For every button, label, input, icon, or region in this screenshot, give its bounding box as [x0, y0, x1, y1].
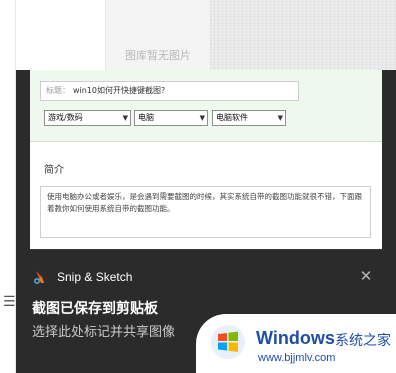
- title-value: win10如何开快捷键截图?: [73, 86, 166, 95]
- chevron-down-icon: ▼: [122, 114, 128, 122]
- watermark-word: Windows: [256, 328, 335, 348]
- category-select-1: 游戏/数码 ▼: [44, 110, 131, 126]
- toast-title: 截图已保存到剪贴板: [32, 301, 158, 317]
- category-select-1-value: 游戏/数码: [48, 113, 83, 122]
- list-icon[interactable]: ☰: [3, 294, 16, 310]
- category-select-3-value: 电脑软件: [216, 113, 248, 122]
- chevron-down-icon: ▼: [199, 114, 205, 122]
- toast-subtitle: 选择此处标记并共享图像: [32, 325, 176, 340]
- page-strip: [16, 0, 106, 70]
- category-select-2: 电脑 ▼: [134, 110, 208, 126]
- snip-sketch-logo-icon: [34, 271, 44, 284]
- windows-logo-icon: [211, 325, 245, 359]
- form-header: 标题： win10如何开快捷键截图? 游戏/数码 ▼ 电脑 ▼ 电脑软件 ▼: [30, 70, 382, 142]
- category-select-3: 电脑软件 ▼: [212, 110, 286, 126]
- category-select-2-value: 电脑: [138, 113, 154, 122]
- site-watermark: Windows 系统之家 www.bjjmlv.com: [196, 314, 396, 373]
- toast-app-name: Snip & Sketch: [57, 270, 133, 284]
- title-field: 标题： win10如何开快捷键截图?: [40, 81, 299, 101]
- intro-label: 简介: [44, 165, 64, 176]
- toast-app-header: Snip & Sketch: [33, 269, 132, 285]
- intro-textbox: 使用电脑办公或者娱乐，是会遇到需要截图的时候，其实系统自带的截图功能就很不错，下…: [40, 186, 371, 238]
- gallery-empty-text: 图库暂无图片: [125, 49, 191, 62]
- chevron-down-icon: ▼: [277, 114, 283, 122]
- screenshot-preview[interactable]: 标题： win10如何开快捷键截图? 游戏/数码 ▼ 电脑 ▼ 电脑软件 ▼ 简介…: [30, 70, 382, 250]
- background-texture: [210, 0, 396, 70]
- page-left-edge: [0, 0, 16, 373]
- watermark-url: www.bjjmlv.com: [258, 352, 336, 364]
- watermark-cn: 系统之家: [335, 333, 391, 349]
- close-icon[interactable]: ✕: [356, 266, 376, 286]
- title-label: 标题：: [46, 86, 70, 95]
